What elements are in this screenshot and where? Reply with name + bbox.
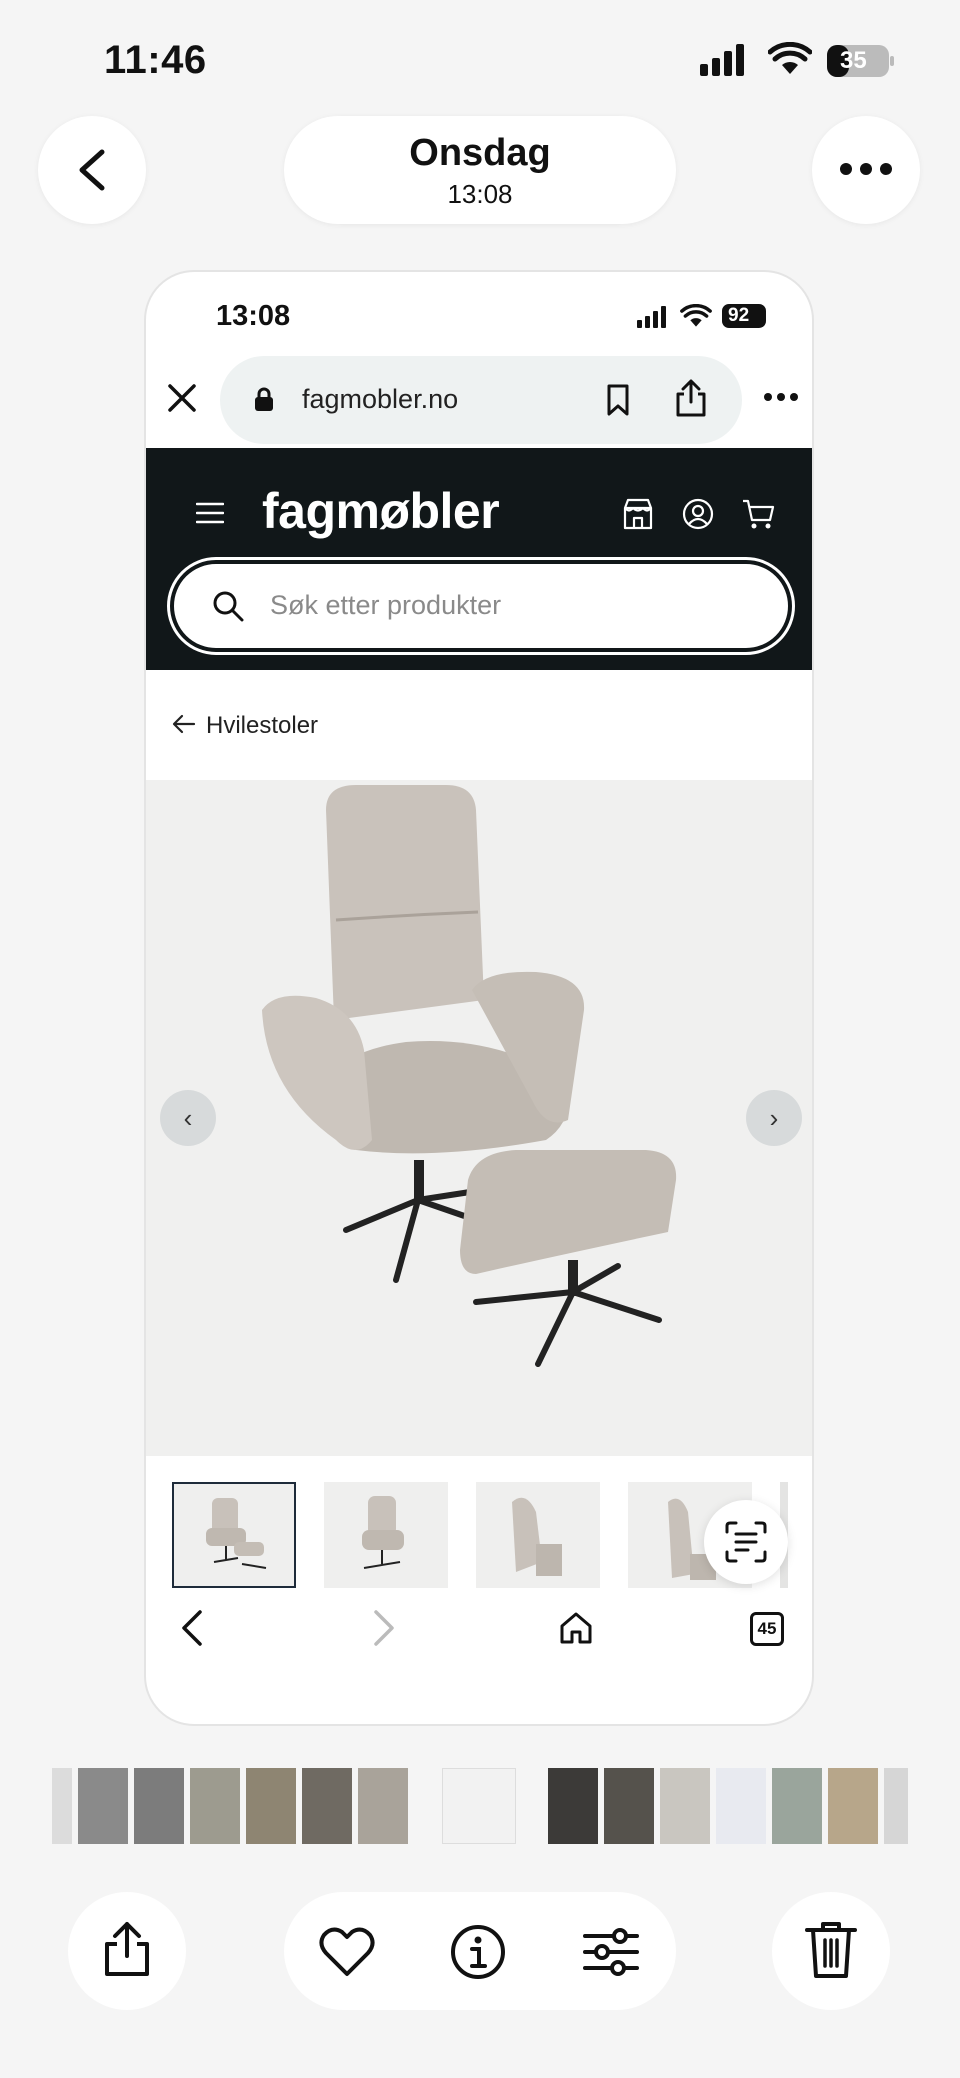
photo-filmstrip[interactable] xyxy=(52,1768,912,1844)
inner-wifi-icon xyxy=(680,303,712,333)
gallery-prev-button[interactable]: ‹ xyxy=(160,1090,216,1146)
account-icon[interactable] xyxy=(682,498,714,530)
menu-icon[interactable] xyxy=(196,502,224,524)
heart-icon[interactable] xyxy=(318,1926,376,1978)
thumbnail-2[interactable] xyxy=(324,1482,448,1588)
lock-icon xyxy=(255,387,273,411)
browser-back-icon[interactable] xyxy=(180,1608,204,1648)
share-button[interactable] xyxy=(68,1892,186,2010)
adjust-icon[interactable] xyxy=(582,1926,640,1978)
home-icon[interactable] xyxy=(558,1610,594,1646)
browser-forward-icon[interactable] xyxy=(372,1608,396,1648)
back-button[interactable] xyxy=(38,116,146,224)
site-header: fagmøbler Søk etter produkter xyxy=(146,448,812,670)
film-thumb-selected[interactable] xyxy=(442,1768,516,1844)
thumbnail-3[interactable] xyxy=(476,1482,600,1588)
film-thumb[interactable] xyxy=(302,1768,352,1844)
film-thumb[interactable] xyxy=(884,1768,908,1844)
screenshot-preview[interactable]: 13:08 92 fagmobler.no fagmøbler Søk ette… xyxy=(144,270,814,1726)
chevron-left-icon xyxy=(79,149,105,191)
cart-icon[interactable] xyxy=(742,498,776,530)
inner-battery-icon: 92 xyxy=(722,304,766,328)
breadcrumb-back[interactable] xyxy=(172,712,196,741)
site-logo[interactable]: fagmøbler xyxy=(262,482,500,540)
search-placeholder: Søk etter produkter xyxy=(270,590,502,620)
photo-actions xyxy=(284,1892,676,2010)
thumbnail-1[interactable] xyxy=(172,1482,296,1588)
close-tab-icon[interactable] xyxy=(166,382,198,419)
film-thumb[interactable] xyxy=(716,1768,766,1844)
film-thumb[interactable] xyxy=(660,1768,710,1844)
film-thumb[interactable] xyxy=(772,1768,822,1844)
tab-count: 45 xyxy=(757,1619,777,1638)
signal-icon xyxy=(698,44,746,81)
date-time: 13:08 xyxy=(447,179,513,209)
search-input[interactable]: Søk etter produkter xyxy=(167,557,795,655)
wifi-icon xyxy=(767,41,813,81)
live-text-button[interactable] xyxy=(704,1500,788,1584)
film-thumb[interactable] xyxy=(828,1768,878,1844)
film-thumb[interactable] xyxy=(134,1768,184,1844)
gallery-next-button[interactable]: › xyxy=(746,1090,802,1146)
inner-status-time: 13:08 xyxy=(216,300,291,332)
recliner-chair-image xyxy=(262,785,677,1367)
store-icon[interactable] xyxy=(622,498,654,530)
share-icon xyxy=(105,1922,149,1976)
text-scan-icon xyxy=(725,1521,767,1563)
search-icon xyxy=(213,591,244,622)
date-header: Onsdag 13:08 xyxy=(284,116,676,224)
share-icon[interactable] xyxy=(674,378,708,418)
info-icon[interactable] xyxy=(450,1924,506,1980)
address-bar[interactable]: fagmobler.no xyxy=(220,356,742,444)
film-thumb[interactable] xyxy=(78,1768,128,1844)
delete-button[interactable] xyxy=(772,1892,890,2010)
inner-signal-icon xyxy=(636,306,670,333)
film-thumb[interactable] xyxy=(246,1768,296,1844)
date-day: Onsdag xyxy=(409,132,551,174)
tabs-button[interactable]: 45 xyxy=(750,1612,784,1646)
battery-level: 35 xyxy=(840,47,867,74)
more-button[interactable] xyxy=(812,116,920,224)
trash-icon xyxy=(805,1922,857,1978)
more-icon xyxy=(840,163,892,175)
bookmark-icon[interactable] xyxy=(606,384,630,416)
film-thumb[interactable] xyxy=(358,1768,408,1844)
film-thumb[interactable] xyxy=(190,1768,240,1844)
url-text: fagmobler.no xyxy=(302,384,459,414)
breadcrumb[interactable]: Hvilestoler xyxy=(206,712,318,740)
battery-icon: 35 xyxy=(826,44,896,83)
film-thumb[interactable] xyxy=(604,1768,654,1844)
product-image[interactable]: ‹ › xyxy=(146,780,812,1456)
status-time: 11:46 xyxy=(104,38,207,82)
arrow-left-icon xyxy=(172,714,196,734)
browser-menu-icon[interactable] xyxy=(764,392,798,402)
inner-battery-level: 92 xyxy=(728,305,750,326)
film-thumb[interactable] xyxy=(548,1768,598,1844)
film-thumb[interactable] xyxy=(52,1768,72,1844)
